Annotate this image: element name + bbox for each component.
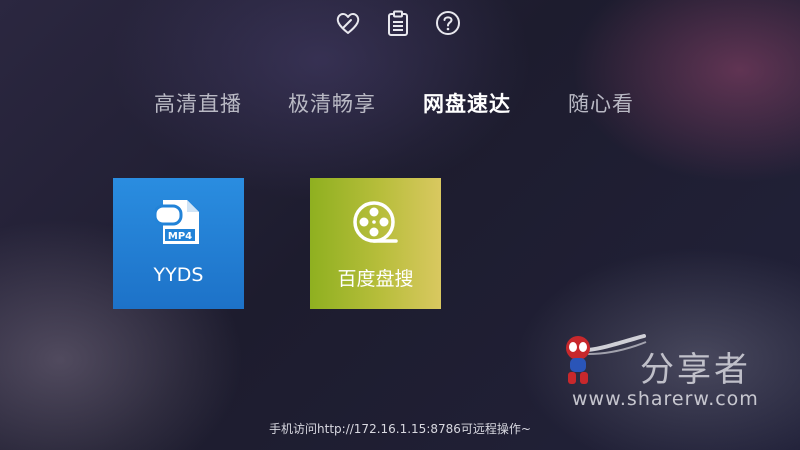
tab-ultra-hd[interactable]: 极清畅享 xyxy=(288,88,376,118)
spider-mascot-icon xyxy=(566,334,647,384)
category-tabs: 高清直播 极清畅享 网盘速达 随心看 xyxy=(0,88,800,120)
favorite-heart-icon[interactable] xyxy=(333,8,363,38)
tab-cloud-drive[interactable]: 网盘速达 xyxy=(423,88,511,118)
top-icon-bar xyxy=(333,8,463,38)
tab-hd-live[interactable]: 高清直播 xyxy=(154,88,242,118)
watermark-url: www.sharerw.com xyxy=(572,388,759,410)
mp4-file-icon: MP4 xyxy=(155,200,199,244)
baidu-pan-search-label: 百度盘搜 xyxy=(337,268,414,290)
mp4-label: MP4 xyxy=(168,231,192,242)
baidu-pan-search-tile[interactable]: 百度盘搜 xyxy=(310,178,441,309)
yyds-tile[interactable]: MP4 YYDS xyxy=(113,178,244,309)
clipboard-icon[interactable] xyxy=(383,8,413,38)
tab-casual-watch[interactable]: 随心看 xyxy=(568,88,634,118)
yyds-label: YYDS xyxy=(153,264,204,286)
help-question-icon[interactable] xyxy=(433,8,463,38)
film-reel-icon xyxy=(353,201,398,243)
remote-access-hint: 手机访问http://172.16.1.15:8786可远程操作~ xyxy=(269,422,531,436)
watermark: 分享者 www.sharerw.com xyxy=(560,328,780,418)
watermark-brand: 分享者 xyxy=(640,350,751,390)
